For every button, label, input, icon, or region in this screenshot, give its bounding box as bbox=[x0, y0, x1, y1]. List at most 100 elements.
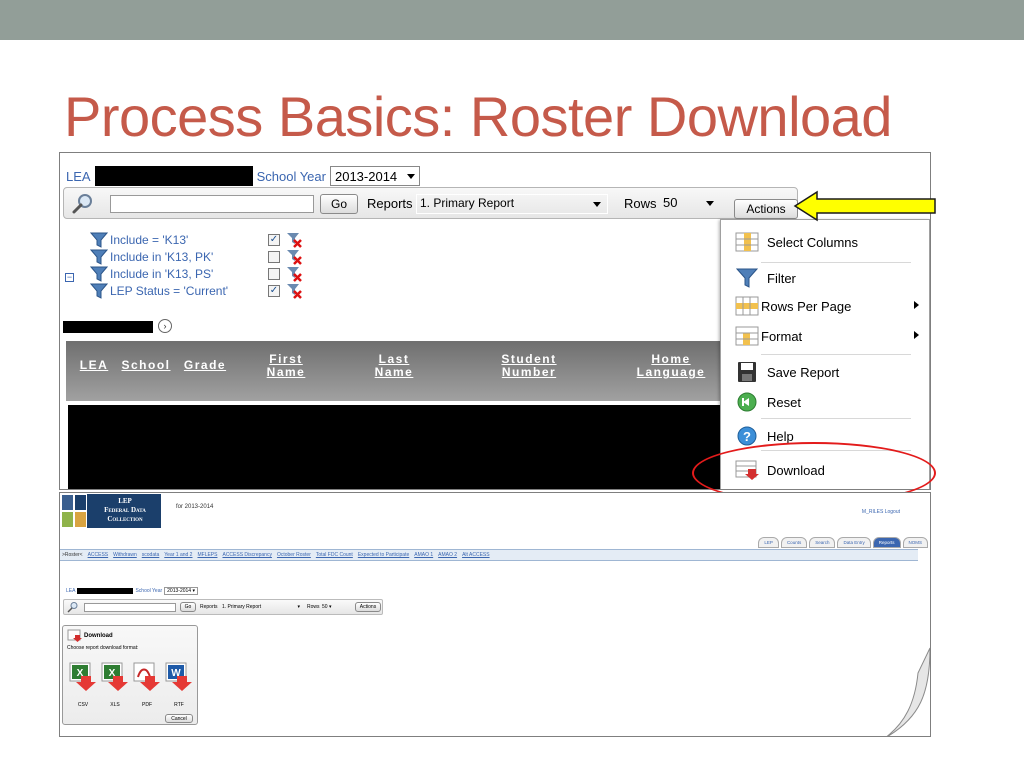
lea-row: LEA School Year 2013-2014 bbox=[66, 165, 421, 187]
cancel-button[interactable]: Cancel bbox=[165, 714, 193, 723]
download-panel: Download Choose report download format: … bbox=[62, 625, 198, 725]
rows-select[interactable]: 50 ▾ bbox=[322, 604, 346, 610]
search-icon[interactable] bbox=[67, 601, 79, 613]
menu-divider bbox=[761, 418, 911, 419]
column-header-grade[interactable]: Grade bbox=[180, 359, 230, 372]
search-input[interactable] bbox=[84, 603, 176, 612]
nav-link[interactable]: Expected to Participate bbox=[358, 552, 409, 558]
filter-enable-checkbox[interactable] bbox=[268, 267, 280, 280]
nav-link[interactable]: scodata bbox=[142, 552, 160, 558]
remove-filter-icon[interactable] bbox=[286, 266, 302, 282]
rows-icon bbox=[735, 296, 759, 316]
nav-link[interactable]: AMAO 1 bbox=[414, 552, 433, 558]
report-nav-bar: >Roster< ACCESS Withdrawn scodata Year 1… bbox=[60, 549, 918, 561]
actions-button[interactable]: Actions bbox=[734, 199, 798, 219]
pdf-download-icon[interactable] bbox=[133, 662, 163, 692]
reset-icon bbox=[737, 392, 757, 412]
remove-filter-icon[interactable] bbox=[286, 232, 302, 248]
page-curl-decoration bbox=[886, 647, 930, 736]
menu-item-save-report[interactable]: Save Report bbox=[735, 362, 839, 382]
arrow-right-circle-icon[interactable]: › bbox=[158, 319, 172, 333]
actions-button[interactable]: Actions bbox=[355, 602, 381, 612]
nav-link[interactable]: Total FDC Count bbox=[316, 552, 353, 558]
user-logout-links[interactable]: M_RILES Logout bbox=[862, 509, 900, 515]
search-input[interactable] bbox=[110, 195, 314, 213]
menu-item-format[interactable]: Format bbox=[735, 326, 927, 346]
filter-list: Include = 'K13' ✓ Include in 'K13, PK' I… bbox=[90, 231, 302, 299]
help-icon: ? bbox=[737, 426, 757, 446]
column-header-lea[interactable]: LEA bbox=[76, 359, 112, 372]
redacted-report-rows bbox=[68, 405, 720, 489]
menu-item-reset[interactable]: Reset bbox=[735, 392, 801, 412]
funnel-icon bbox=[90, 283, 108, 299]
reports-label: Reports bbox=[367, 196, 413, 211]
reports-label: Reports bbox=[200, 604, 218, 610]
filter-enable-checkbox[interactable]: ✓ bbox=[268, 233, 280, 246]
tab-reports[interactable]: Reports bbox=[872, 537, 901, 548]
tab-noms[interactable]: NOMS bbox=[902, 537, 928, 548]
nav-link[interactable]: ACCESS bbox=[88, 552, 109, 558]
remove-filter-icon[interactable] bbox=[286, 249, 302, 265]
nav-link[interactable]: MFLEPS bbox=[197, 552, 217, 558]
download-prompt: Choose report download format: bbox=[67, 645, 139, 651]
search-icon[interactable] bbox=[70, 192, 96, 216]
funnel-icon bbox=[90, 249, 108, 265]
filter-item[interactable]: Include in 'K13, PK' bbox=[90, 248, 302, 265]
menu-item-rows-per-page[interactable]: Rows Per Page bbox=[735, 296, 927, 316]
report-toolbar: Go Reports 1. Primary Report Rows 50 bbox=[63, 187, 798, 219]
rtf-download-icon[interactable]: W bbox=[165, 662, 195, 692]
filter-item[interactable]: Include in 'K13, PS' bbox=[90, 265, 302, 282]
lea-row-small: LEA School Year 2013-2014 ▾ bbox=[66, 587, 198, 595]
nav-link[interactable]: Withdrawn bbox=[113, 552, 137, 558]
xls-download-icon[interactable]: X bbox=[101, 662, 131, 692]
filter-enable-checkbox[interactable] bbox=[268, 250, 280, 263]
funnel-icon bbox=[735, 268, 759, 288]
column-header-school[interactable]: School bbox=[118, 359, 174, 372]
tab-counts[interactable]: Counts bbox=[780, 537, 808, 548]
nav-link[interactable]: ACCESS Discrepancy bbox=[222, 552, 271, 558]
filter-item[interactable]: Include = 'K13' ✓ bbox=[90, 231, 302, 248]
nav-link[interactable]: AMAO 2 bbox=[438, 552, 457, 558]
menu-item-select-columns[interactable]: Select Columns bbox=[735, 232, 858, 252]
lea-redacted-value bbox=[94, 166, 253, 186]
go-button[interactable]: Go bbox=[180, 602, 196, 612]
slide-title: Process Basics: Roster Download bbox=[64, 85, 892, 148]
filter-enable-checkbox[interactable]: ✓ bbox=[268, 284, 280, 297]
svg-text:?: ? bbox=[743, 429, 751, 444]
funnel-icon bbox=[90, 266, 108, 282]
report-column-headers: LEA School Grade First Name Last Name Stud… bbox=[66, 341, 779, 401]
csv-download-icon[interactable]: X bbox=[69, 662, 99, 692]
chevron-down-icon bbox=[593, 202, 601, 207]
report-toolbar-small: Go Reports 1. Primary Report ▾ Rows 50 ▾ … bbox=[63, 599, 383, 615]
rows-label: Rows bbox=[624, 196, 657, 211]
nav-link[interactable]: Year 1 and 2 bbox=[164, 552, 192, 558]
collapse-icon[interactable]: − bbox=[65, 273, 74, 282]
column-header-last-name[interactable]: Last Name bbox=[362, 353, 426, 379]
remove-filter-icon[interactable] bbox=[286, 283, 302, 299]
menu-item-filter[interactable]: Filter bbox=[735, 268, 796, 288]
tab-search[interactable]: Search bbox=[809, 537, 836, 548]
reports-select[interactable]: 1. Primary Report ▾ bbox=[222, 604, 302, 610]
school-year-select[interactable]: 2013-2014 bbox=[329, 166, 421, 186]
menu-divider bbox=[761, 354, 911, 355]
xls-label: XLS bbox=[110, 702, 120, 708]
menu-divider bbox=[761, 262, 911, 263]
csv-label: CSV bbox=[77, 702, 89, 708]
submenu-arrow-icon bbox=[914, 331, 919, 339]
tab-lep[interactable]: LEP bbox=[758, 537, 779, 548]
column-header-home-language[interactable]: Home Language bbox=[624, 353, 718, 379]
school-year-select[interactable]: 2013-2014 ▾ bbox=[164, 587, 198, 595]
nav-link[interactable]: Alt ACCESS bbox=[462, 552, 490, 558]
filter-item[interactable]: LEP Status = 'Current' ✓ bbox=[90, 282, 302, 299]
rows-select[interactable]: 50 bbox=[660, 194, 720, 214]
slide: Process Basics: Roster Download LEA Scho… bbox=[0, 0, 1024, 768]
reports-select[interactable]: 1. Primary Report bbox=[416, 194, 608, 214]
go-button[interactable]: Go bbox=[320, 194, 358, 214]
tab-data-entry[interactable]: Data Entry bbox=[837, 537, 871, 548]
column-header-student-number[interactable]: Student Number bbox=[484, 353, 574, 379]
format-icon bbox=[735, 326, 759, 346]
column-header-first-name[interactable]: First Name bbox=[256, 353, 316, 379]
redacted-breadcrumb bbox=[63, 321, 153, 333]
nav-link[interactable]: October Roster bbox=[277, 552, 311, 558]
lea-label: LEA bbox=[66, 168, 91, 184]
